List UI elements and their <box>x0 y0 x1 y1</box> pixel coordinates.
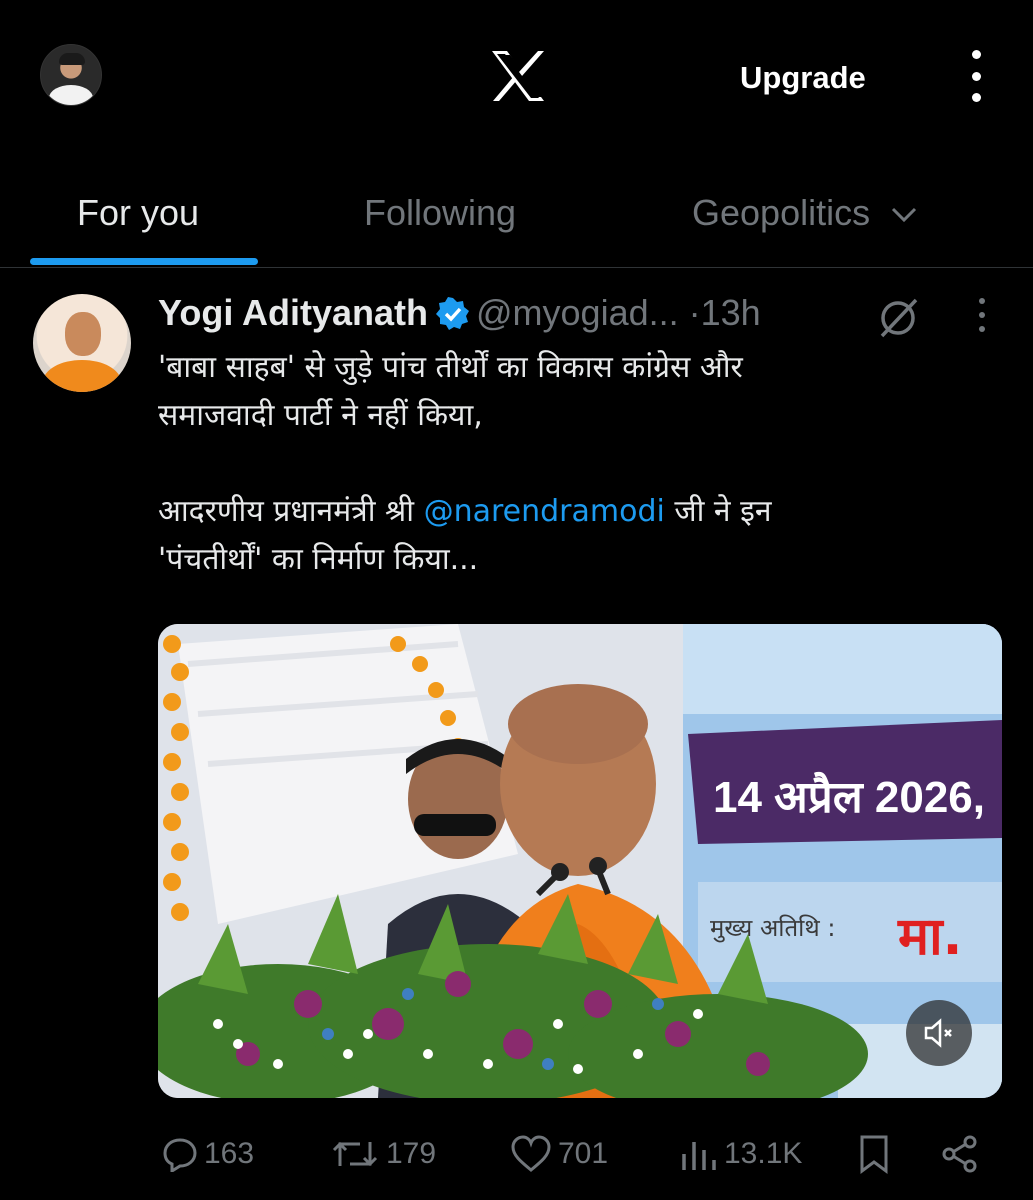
post-time[interactable]: 13h <box>701 292 761 333</box>
reply-icon <box>163 1138 197 1172</box>
bookmark-icon <box>860 1135 888 1174</box>
like-button[interactable]: 701 <box>510 1132 608 1176</box>
more-options-icon[interactable] <box>974 298 990 332</box>
video-frame: 14 अप्रैल 2026, मुख्य अतिथि : मा. <box>158 624 1002 1098</box>
video-player[interactable]: 14 अप्रैल 2026, मुख्य अतिथि : मा. <box>158 624 1002 1098</box>
volume-muted-icon <box>924 1018 952 1048</box>
tab-label: Following <box>364 192 517 233</box>
more-vertical-icon[interactable] <box>958 50 994 102</box>
active-tab-indicator <box>30 258 258 265</box>
text-segment: जी ने इन <box>664 494 772 529</box>
x-logo-icon[interactable] <box>490 50 546 102</box>
author-avatar[interactable] <box>33 294 131 392</box>
tweet-text: 'बाबा साहब' से जुड़े पांच तीर्थों का विक… <box>158 344 978 584</box>
mention-link[interactable]: @narendramodi <box>424 494 665 529</box>
tweet-header: Yogi Adityanath @myogiad... ·13h <box>158 290 761 336</box>
share-icon <box>942 1135 977 1173</box>
analytics-icon <box>682 1142 716 1170</box>
banner-text: 14 अप्रैल 2026, <box>713 771 985 822</box>
text-segment: आदरणीय प्रधानमंत्री श्री <box>158 494 424 529</box>
tweet-text-line: 'बाबा साहब' से जुड़े पांच तीर्थों का विक… <box>158 350 743 385</box>
profile-avatar[interactable] <box>40 44 102 106</box>
tweet-actions: 163 179 701 13.1K <box>0 1132 1033 1176</box>
mute-button[interactable] <box>906 1000 972 1066</box>
tab-geopolitics[interactable]: Geopolitics <box>692 188 918 238</box>
separator-dot: · <box>688 292 701 333</box>
repost-count: 179 <box>386 1137 437 1170</box>
chevron-down-icon <box>892 208 917 223</box>
guest-label: मुख्य अतिथि : <box>710 914 835 943</box>
timeline-tabs: For you Following Geopolitics <box>0 170 1033 268</box>
tweet-text-line: 'पंचतीर्थों' का निर्माण किया... <box>158 542 479 577</box>
repost-button[interactable]: 179 <box>330 1132 436 1176</box>
views-button[interactable]: 13.1K <box>680 1132 802 1176</box>
upgrade-button[interactable]: Upgrade <box>740 58 866 98</box>
grok-icon[interactable] <box>876 296 920 340</box>
top-bar: Upgrade <box>0 0 1033 150</box>
guest-name: मा. <box>897 907 962 967</box>
verified-badge-icon <box>436 297 469 330</box>
tab-for-you[interactable]: For you <box>77 188 199 238</box>
share-button[interactable] <box>940 1132 980 1176</box>
tab-label: For you <box>77 192 200 233</box>
repost-icon <box>332 1141 378 1167</box>
tab-label: Geopolitics <box>692 192 871 233</box>
author-handle[interactable]: @myogiad... <box>476 292 679 333</box>
tab-following[interactable]: Following <box>364 188 516 238</box>
bookmark-button[interactable] <box>858 1132 890 1176</box>
reply-button[interactable]: 163 <box>162 1132 254 1176</box>
like-count: 701 <box>558 1137 609 1170</box>
reply-count: 163 <box>204 1137 255 1170</box>
tweet-text-line: आदरणीय प्रधानमंत्री श्री @narendramodi ज… <box>158 488 978 536</box>
author-name[interactable]: Yogi Adityanath <box>158 292 428 333</box>
tweet-text-line: समाजवादी पार्टी ने नहीं किया, <box>158 398 483 433</box>
heart-icon <box>511 1135 551 1172</box>
tweet[interactable]: Yogi Adityanath @myogiad... ·13h 'बाबा स… <box>0 268 1033 1200</box>
views-count: 13.1K <box>724 1137 803 1170</box>
